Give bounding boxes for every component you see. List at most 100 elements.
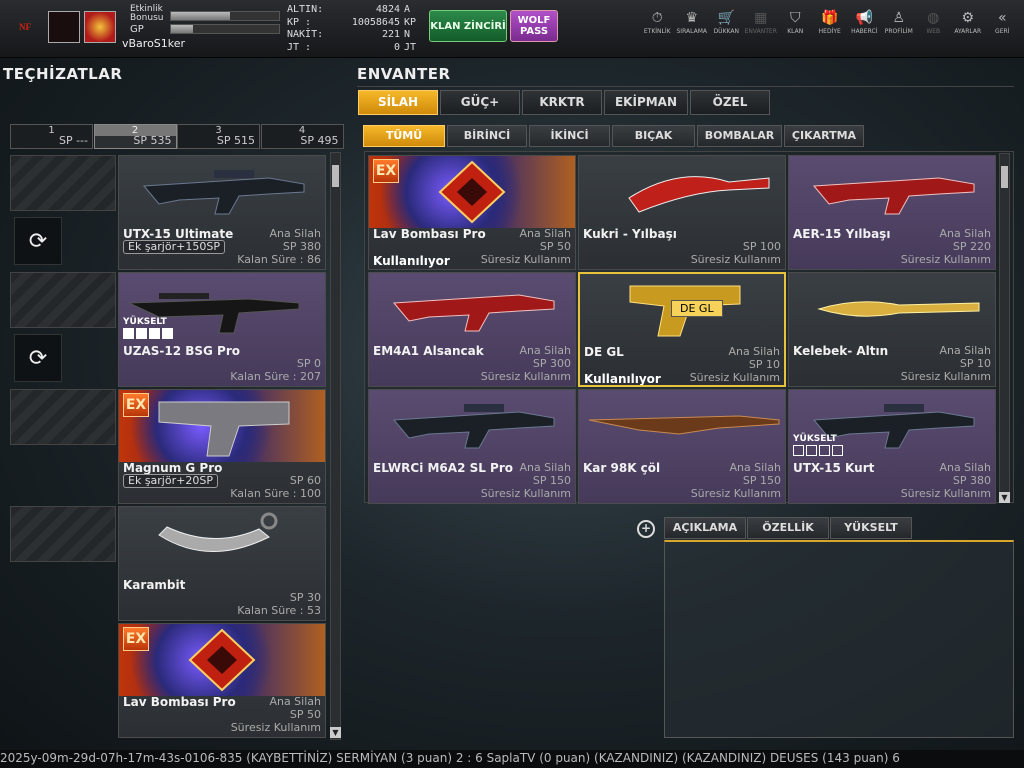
- inventory-scroll-thumb[interactable]: [1001, 166, 1008, 188]
- inventory-scroll-down-icon[interactable]: ▼: [999, 492, 1010, 503]
- sub-tab[interactable]: BOMBALAR: [697, 125, 782, 147]
- weapon-card[interactable]: Kar 98K çöl Ana Silah SP 150 Süresiz Kullan…: [578, 389, 786, 504]
- sub-tab[interactable]: İKİNCİ: [529, 125, 610, 147]
- nav-item[interactable]: ♛ SIRALAMA: [675, 8, 710, 48]
- nav-item[interactable]: 🛒 DÜKKAN: [709, 8, 744, 48]
- loadout-tab[interactable]: 2 SP 535: [93, 124, 177, 149]
- weapon-card[interactable]: Kukri - Yılbaşı SP 100 Süresiz Kullanım: [578, 155, 786, 270]
- equipment-scrollbar[interactable]: [330, 152, 341, 740]
- upgrade-star-icon: [123, 328, 134, 339]
- nav-item[interactable]: ♙ PROFİLİM: [882, 8, 917, 48]
- nav-icon: ▦: [754, 10, 768, 26]
- loadout-tab[interactable]: 3 SP 515: [177, 124, 260, 149]
- wolf-pass-button[interactable]: WOLF PASS: [510, 10, 558, 42]
- nav-item[interactable]: ⏱ ETKİNLİK: [640, 8, 675, 48]
- nav-item[interactable]: 📢 HABERCİ: [847, 8, 882, 48]
- attachment-slot[interactable]: [10, 389, 116, 445]
- weapon-sp: SP 30: [289, 591, 321, 604]
- inventory-scrollbar[interactable]: [999, 153, 1010, 503]
- description-tab[interactable]: ÖZELLİK: [747, 517, 829, 539]
- weapon-card[interactable]: Karambit SP 30 Kalan Süre : 53: [118, 506, 326, 621]
- weapon-card[interactable]: EM4A1 Alsancak Ana Silah SP 300 Süresiz Kul…: [368, 272, 576, 387]
- loadout-tab-sp: SP 515: [216, 134, 255, 147]
- sub-tab[interactable]: TÜMÜ: [363, 125, 445, 147]
- weapon-duration: Süresiz Kullanım: [900, 253, 991, 266]
- gp-bar: [170, 24, 280, 34]
- weapon-name: Kar 98K çöl: [583, 461, 661, 475]
- sub-tab[interactable]: BİRİNCİ: [447, 125, 527, 147]
- extra-magazine-tag: Ek şarjör+20SP: [123, 474, 218, 488]
- weapon-card[interactable]: EX Lav Bombası Pro Ana Silah SP 50 Süresiz K…: [368, 155, 576, 270]
- weapon-sp: SP 60: [289, 474, 321, 487]
- inventory-title: ENVANTER: [357, 65, 451, 83]
- weapon-card[interactable]: Kelebek- Altın Ana Silah SP 10 Süresiz Kull…: [788, 272, 996, 387]
- description-tab[interactable]: AÇIKLAMA: [664, 517, 746, 539]
- weapon-category: Ana Silah: [729, 461, 781, 474]
- weapon-card[interactable]: YÜKSELT UZAS-12 BSG Pro SP 0 Kalan Süre : 2…: [118, 272, 326, 387]
- nav-item[interactable]: ⛉ KLAN: [778, 8, 813, 48]
- currency-value: 221: [381, 29, 400, 40]
- ex-badge: EX: [123, 393, 149, 417]
- main-tab[interactable]: GÜÇ+: [440, 90, 520, 115]
- loadout-tab[interactable]: 4 SP 495: [260, 124, 344, 149]
- weapon-image: [369, 156, 575, 228]
- upgrade-star-icon: [793, 445, 804, 456]
- upgrade-star-icon: [149, 328, 160, 339]
- nav-label: ETKİNLİK: [643, 28, 671, 35]
- nav-item[interactable]: ▦ ENVANTER: [744, 8, 779, 48]
- weapon-card[interactable]: AER-15 Yılbaşı Ana Silah SP 220 Süresiz Kul…: [788, 155, 996, 270]
- weapon-sp: SP 380: [282, 240, 321, 253]
- bonus-bar-fill: [171, 12, 231, 20]
- nav-item[interactable]: 🎁 HEDİYE: [813, 8, 848, 48]
- weapon-card[interactable]: EX Magnum G Pro SP 60 Kalan Süre : 100 Ek şa…: [118, 389, 326, 504]
- weapon-image: [789, 156, 995, 228]
- nav-label: KLAN: [787, 28, 804, 35]
- weapon-duration: Süresiz Kullanım: [900, 370, 991, 383]
- main-tab[interactable]: EKİPMAN: [604, 90, 688, 115]
- nav-item[interactable]: ◍ WEB: [916, 8, 951, 48]
- attachment-slot[interactable]: [10, 155, 116, 211]
- clan-emblem-icon[interactable]: [84, 11, 116, 43]
- main-tab[interactable]: KRKTR: [522, 90, 602, 115]
- main-tab[interactable]: SİLAH: [358, 90, 438, 115]
- loadout-tab-sp: SP ---: [58, 134, 88, 147]
- nav-icon: ◍: [927, 10, 940, 26]
- weapon-image: [119, 624, 325, 696]
- weapon-card[interactable]: DE GL Ana Silah SP 10 Süresiz Kullanım Kulla…: [578, 272, 786, 387]
- sub-tab[interactable]: ÇIKARTMA: [784, 125, 864, 147]
- currency-label: JT :: [287, 41, 312, 53]
- currency-label: NAKİT:: [287, 29, 324, 40]
- attachment-slot[interactable]: [10, 506, 116, 562]
- ex-badge: EX: [123, 627, 149, 651]
- attachment-slot[interactable]: [10, 272, 116, 328]
- weapon-card[interactable]: ELWRCi M6A2 SL Pro Ana Silah SP 150 Süresiz…: [368, 389, 576, 504]
- equipment-scroll-thumb[interactable]: [332, 165, 339, 187]
- weapon-card[interactable]: UTX-15 Ultimate Ana Silah SP 380 Kalan Süre…: [118, 155, 326, 270]
- nav-icon: ♙: [892, 10, 906, 26]
- weapon-name: Kukri - Yılbaşı: [583, 227, 677, 241]
- reload-icon[interactable]: ⟳: [14, 217, 62, 265]
- bonus-bar: [170, 11, 280, 21]
- nav-item[interactable]: ⚙ AYARLAR: [951, 8, 986, 48]
- nav-item[interactable]: « GERİ: [985, 8, 1020, 48]
- currency-unit: JT: [404, 41, 417, 53]
- weapon-card[interactable]: YÜKSELT UTX-15 Kurt Ana Silah SP 380 Süresiz…: [788, 389, 996, 504]
- weapon-card[interactable]: EX Lav Bombası Pro Ana Silah SP 50 Süresiz K…: [118, 623, 326, 738]
- sub-tab[interactable]: BIÇAK: [612, 125, 695, 147]
- weapon-name: ELWRCi M6A2 SL Pro: [373, 461, 514, 475]
- loadout-tab[interactable]: 1 SP ---: [10, 124, 93, 149]
- description-tab[interactable]: YÜKSELT: [830, 517, 912, 539]
- nav-label: WEB: [926, 28, 941, 35]
- weapon-duration: Süresiz Kullanım: [690, 253, 781, 266]
- weapon-sp: SP 100: [742, 240, 781, 253]
- profile-panel: Etkinlik Bonusu GP vBaroS1ker: [122, 3, 282, 53]
- reload-icon[interactable]: ⟳: [14, 334, 62, 382]
- clan-chain-button[interactable]: KLAN ZİNCİRİ: [429, 10, 507, 42]
- equipment-scroll-down-icon[interactable]: ▼: [330, 727, 341, 738]
- rank-badge-icon[interactable]: [48, 11, 80, 43]
- main-tab[interactable]: ÖZEL: [690, 90, 770, 115]
- weapon-name: UTX-15 Kurt: [793, 461, 875, 475]
- zoom-icon[interactable]: +: [637, 520, 655, 538]
- match-ticker: 2025y-09m-29d-07h-17m-43s-0106-835 (KAYB…: [0, 750, 1024, 768]
- upgrade-star-icon: [832, 445, 843, 456]
